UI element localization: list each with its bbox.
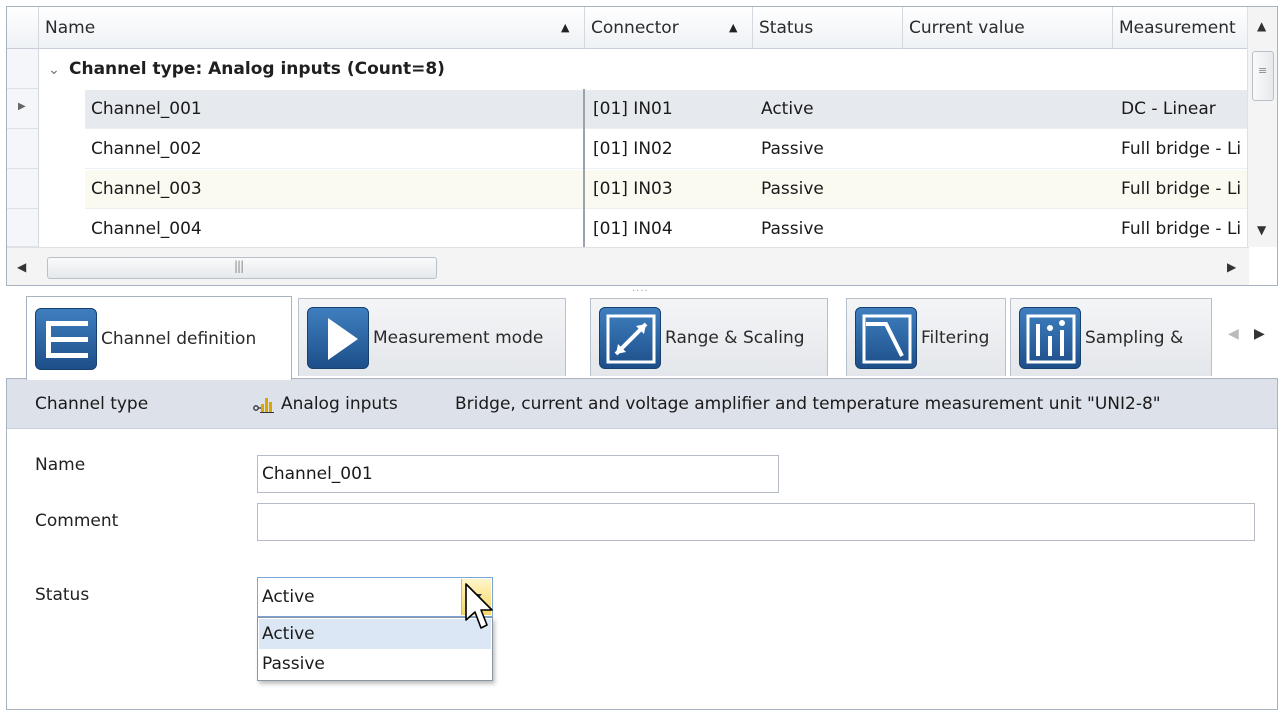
row-selector[interactable]: ▶ (7, 89, 39, 129)
status-option-active[interactable]: Active (259, 619, 491, 649)
status-option-passive[interactable]: Passive (259, 649, 491, 679)
cell-name: Channel_001 (91, 99, 202, 119)
column-header-current-value[interactable]: Current value (903, 7, 1113, 49)
status-combobox[interactable]: Active (257, 577, 493, 617)
cell-connector: [01] IN04 (593, 219, 673, 239)
column-header-status[interactable]: Status (753, 7, 903, 49)
tab-label: Channel definition (101, 328, 257, 349)
table-row[interactable]: Channel_002 [01] IN02 Passive Full bridg… (85, 130, 1249, 169)
tab-channel-definition[interactable]: Channel definition (26, 296, 292, 380)
grip-icon: ≡ (1258, 64, 1268, 77)
tab-measurement-mode[interactable]: Measurement mode (298, 298, 566, 376)
scroll-right-icon[interactable]: ▶ (1227, 260, 1236, 274)
channel-definition-icon (35, 307, 97, 370)
table-row[interactable]: Channel_001 [01] IN01 Active DC - Linear (85, 90, 1249, 129)
scroll-down-icon[interactable]: ▼ (1257, 223, 1266, 237)
row-selector[interactable] (7, 49, 39, 89)
tab-filtering[interactable]: Filtering (846, 298, 1006, 376)
scroll-up-icon[interactable]: ▲ (1257, 19, 1266, 33)
group-label: Channel type: Analog inputs (Count=8) (69, 59, 445, 79)
cell-connector: [01] IN03 (593, 179, 673, 199)
column-header-status-label: Status (759, 18, 814, 38)
horizontal-scrollbar[interactable]: ◀ ||| ▶ (7, 247, 1249, 285)
channel-type-bar: Channel type Analog inputs Bridge, curre… (7, 379, 1277, 429)
tab-label: Measurement mode (373, 327, 544, 348)
cell-status: Active (761, 99, 814, 119)
comment-field[interactable] (257, 503, 1255, 541)
row-selector[interactable] (7, 129, 39, 169)
status-label: Status (35, 585, 90, 605)
table-row[interactable]: Channel_003 [01] IN03 Passive Full bridg… (85, 170, 1249, 209)
vertical-scrollbar[interactable]: ▲ ≡ ▼ (1247, 7, 1277, 247)
cell-connector: [01] IN01 (593, 99, 673, 119)
group-row-analog-inputs[interactable]: ⌄ Channel type: Analog inputs (Count=8) (39, 49, 1249, 89)
cell-status: Passive (761, 179, 824, 199)
name-label: Name (35, 455, 86, 475)
tab-label: Range & Scaling (665, 327, 805, 348)
cell-measurement: Full bridge - Li (1121, 219, 1242, 239)
column-header-measurement[interactable]: Measurement (1113, 7, 1249, 49)
name-field-value: Channel_001 (262, 464, 373, 484)
mouse-cursor-icon (465, 583, 493, 629)
grip-icon: ||| (234, 259, 244, 273)
header-corner (7, 7, 39, 49)
tab-sampling[interactable]: Sampling & (1010, 298, 1212, 376)
column-header-name-label: Name (45, 18, 96, 38)
cell-connector: [01] IN02 (593, 139, 673, 159)
fixed-column-splitter[interactable] (583, 89, 585, 247)
tab-range-scaling[interactable]: Range & Scaling (590, 298, 828, 376)
cell-status: Passive (761, 139, 824, 159)
cell-name: Channel_003 (91, 179, 202, 199)
channel-grid: Name ▲ Connector ▲ Status Current value … (6, 6, 1278, 286)
sort-ascending-icon: ▲ (561, 21, 570, 34)
play-icon (307, 306, 369, 369)
channel-type-value: Analog inputs (253, 379, 398, 429)
row-selector[interactable] (7, 209, 39, 247)
status-combobox-value: Active (262, 587, 315, 607)
cell-measurement: DC - Linear (1121, 99, 1216, 119)
name-field[interactable]: Channel_001 (257, 455, 779, 493)
status-dropdown-list: Active Passive (257, 617, 493, 681)
column-header-current-value-label: Current value (909, 18, 1025, 38)
tab-scroll-left-icon[interactable]: ◀ (1228, 326, 1239, 342)
row-selector[interactable] (7, 169, 39, 209)
column-header-connector-label: Connector (591, 18, 679, 38)
column-header-name[interactable]: Name ▲ (39, 7, 585, 49)
tab-bar: Channel definition Measurement mode Rang… (6, 296, 1278, 380)
cell-status: Passive (761, 219, 824, 239)
vertical-scroll-thumb[interactable]: ≡ (1252, 51, 1274, 101)
sampling-icon (1019, 306, 1081, 369)
cell-name: Channel_004 (91, 219, 202, 239)
channel-type-description: Bridge, current and voltage amplifier an… (455, 394, 1161, 414)
cell-measurement: Full bridge - Li (1121, 139, 1242, 159)
horizontal-scroll-thumb[interactable]: ||| (47, 257, 437, 279)
chevron-down-icon[interactable]: ⌄ (39, 50, 69, 90)
cell-measurement: Full bridge - Li (1121, 179, 1242, 199)
column-header-connector[interactable]: Connector ▲ (585, 7, 753, 49)
comment-label: Comment (35, 511, 119, 531)
column-header-measurement-label: Measurement (1119, 18, 1236, 38)
table-row[interactable]: Channel_004 [01] IN04 Passive Full bridg… (85, 210, 1249, 249)
grid-header: Name ▲ Connector ▲ Status Current value … (7, 7, 1277, 49)
filter-icon (855, 306, 917, 369)
scroll-left-icon[interactable]: ◀ (17, 260, 26, 274)
channel-type-value-label: Analog inputs (281, 394, 398, 414)
sort-ascending-icon: ▲ (729, 21, 738, 34)
tab-scroll-right-icon[interactable]: ▶ (1254, 326, 1265, 342)
analog-input-icon (253, 398, 274, 413)
tab-label: Sampling & (1085, 327, 1184, 348)
channel-type-label: Channel type (35, 394, 149, 414)
range-scaling-icon (599, 306, 661, 369)
cell-name: Channel_002 (91, 139, 202, 159)
current-row-icon: ▶ (18, 101, 26, 112)
tab-label: Filtering (921, 327, 990, 348)
channel-definition-panel: Channel type Analog inputs Bridge, curre… (6, 378, 1278, 710)
